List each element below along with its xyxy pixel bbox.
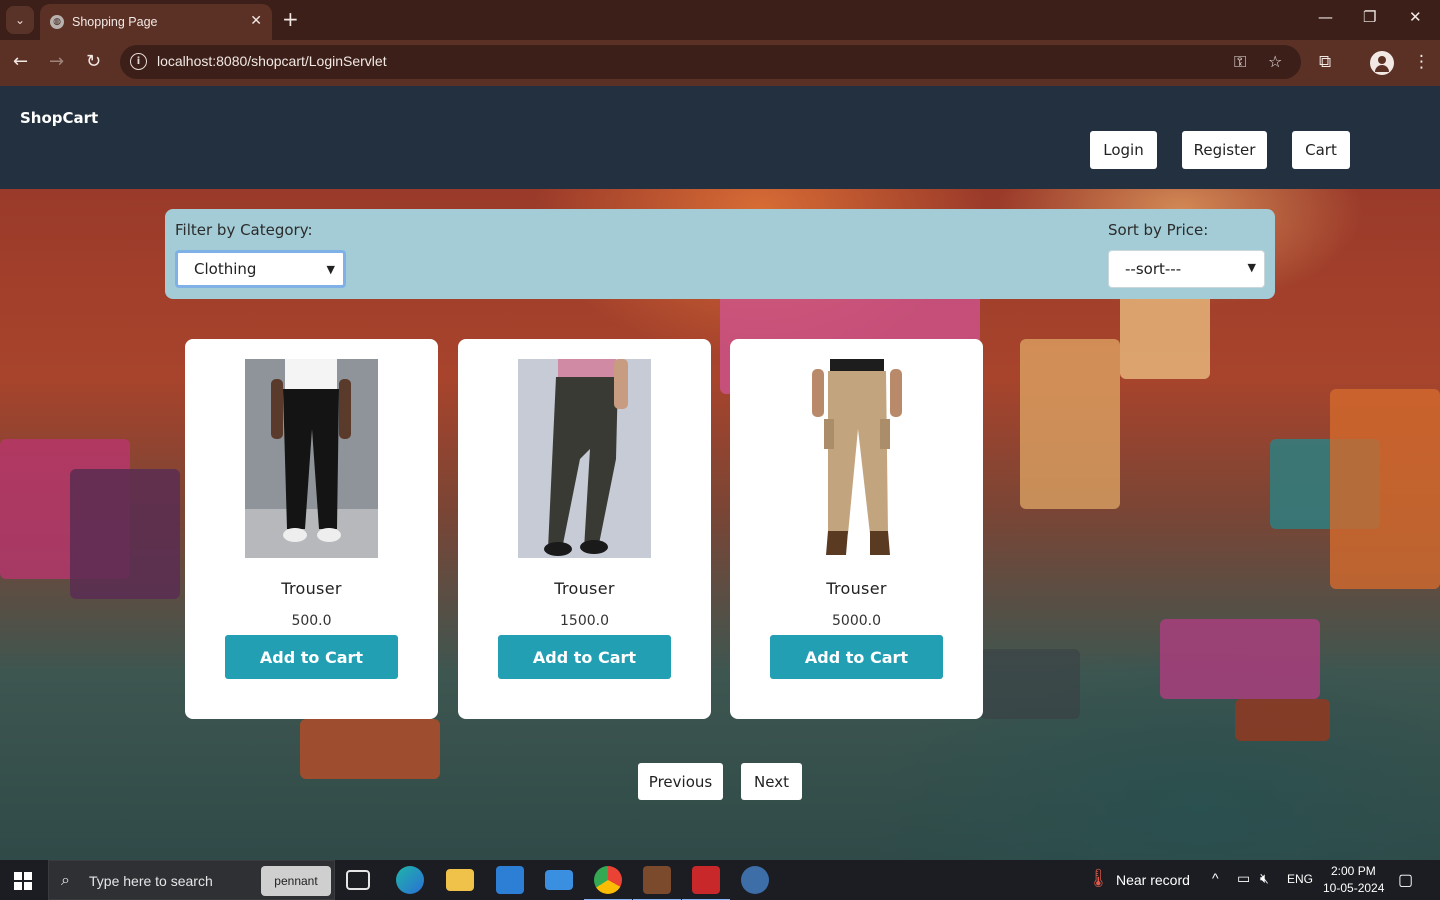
sort-price-label: Sort by Price: <box>1108 221 1209 239</box>
product-image[interactable] <box>245 359 378 558</box>
product-price: 500.0 <box>291 613 332 629</box>
browser-tab-strip: ⌄ ◍ Shopping Page ✕ + — ❐ ✕ <box>0 0 1440 40</box>
category-select-value: Clothing <box>194 260 257 278</box>
decorative-box <box>980 649 1080 719</box>
url-text[interactable]: localhost:8080/shopcart/LoginServlet <box>157 53 387 69</box>
task-view-icon[interactable] <box>346 870 370 890</box>
add-to-cart-button[interactable]: Add to Cart <box>225 635 398 679</box>
forward-arrow-icon[interactable]: → <box>49 52 64 72</box>
address-bar[interactable]: i localhost:8080/shopcart/LoginServlet ⚿… <box>120 45 1301 79</box>
search-placeholder: Type here to search <box>89 873 213 889</box>
network-icon[interactable]: ▭ <box>1237 870 1250 887</box>
microsoft-store-icon[interactable] <box>496 866 524 894</box>
taskbar-search-box[interactable]: ⌕ Type here to search pennant <box>48 860 335 900</box>
web-page: ShopCart Login Register Cart Filter by C… <box>0 86 1440 860</box>
product-image[interactable] <box>790 359 923 558</box>
decorative-box <box>1020 339 1120 509</box>
notifications-icon[interactable]: ▢ <box>1398 870 1413 890</box>
tab-title: Shopping Page <box>72 15 158 29</box>
globe-icon: ◍ <box>50 15 64 29</box>
next-page-button[interactable]: Next <box>741 763 802 800</box>
profile-avatar-icon[interactable] <box>1370 51 1394 75</box>
add-to-cart-button[interactable]: Add to Cart <box>770 635 943 679</box>
site-header: ShopCart Login Register Cart <box>0 86 1440 189</box>
product-name: Trouser <box>281 579 342 598</box>
sort-select-value: --sort--- <box>1125 260 1182 278</box>
trouser-image <box>245 359 378 558</box>
trouser-image <box>518 359 651 558</box>
login-button[interactable]: Login <box>1090 131 1157 169</box>
new-tab-button[interactable]: + <box>282 8 299 30</box>
decorative-box <box>1160 619 1320 699</box>
decorative-box <box>1330 389 1440 589</box>
restore-window-icon[interactable]: ❐ <box>1363 8 1376 26</box>
edge-browser-icon[interactable] <box>396 866 424 894</box>
close-window-icon[interactable]: ✕ <box>1409 8 1422 26</box>
product-name: Trouser <box>826 579 887 598</box>
product-name: Trouser <box>554 579 615 598</box>
site-logo[interactable]: ShopCart <box>20 109 98 127</box>
file-explorer-icon[interactable] <box>446 869 474 891</box>
product-price: 1500.0 <box>560 613 609 629</box>
clock-time[interactable]: 2:00 PM <box>1331 864 1376 878</box>
password-key-icon[interactable]: ⚿ <box>1234 52 1246 72</box>
product-card: Trouser 500.0 Add to Cart <box>185 339 438 719</box>
postgresql-icon[interactable] <box>741 866 769 894</box>
category-select[interactable]: Clothing ▼ <box>175 250 346 288</box>
category-filter-label: Filter by Category: <box>175 221 313 239</box>
volume-muted-icon[interactable]: 🔇︎ <box>1260 870 1269 887</box>
browser-tab[interactable]: ◍ Shopping Page ✕ <box>40 4 272 40</box>
trouser-image <box>790 359 923 558</box>
windows-start-icon[interactable] <box>14 872 32 890</box>
product-card: Trouser 1500.0 Add to Cart <box>458 339 711 719</box>
pennant-logo[interactable]: pennant <box>261 866 331 896</box>
thermometer-icon: 🌡 <box>1087 868 1110 888</box>
language-indicator[interactable]: ENG <box>1287 872 1313 886</box>
decorative-box <box>300 719 440 779</box>
browser-toolbar: ← → ↻ i localhost:8080/shopcart/LoginSer… <box>0 40 1440 86</box>
cart-button[interactable]: Cart <box>1292 131 1350 169</box>
reload-icon[interactable]: ↻ <box>86 52 101 72</box>
game-app-icon[interactable] <box>633 866 681 900</box>
tab-search-dropdown-icon[interactable]: ⌄ <box>6 6 34 34</box>
windows-taskbar: ⌕ Type here to search pennant 🌡 Near rec… <box>0 860 1440 900</box>
sort-price-select[interactable]: --sort--- ▼ <box>1108 250 1265 288</box>
site-info-icon[interactable]: i <box>130 53 147 70</box>
product-card: Trouser 5000.0 Add to Cart <box>730 339 983 719</box>
register-button[interactable]: Register <box>1182 131 1267 169</box>
chevron-up-icon[interactable]: ^ <box>1212 870 1219 886</box>
bookmark-star-icon[interactable]: ☆ <box>1268 52 1282 71</box>
mail-icon[interactable] <box>545 870 573 890</box>
vivaldi-app-icon[interactable] <box>682 866 730 900</box>
search-icon: ⌕ <box>61 870 70 889</box>
clock-date[interactable]: 10-05-2024 <box>1323 881 1384 895</box>
browser-menu-icon[interactable]: ⋮ <box>1413 52 1430 72</box>
chevron-down-icon: ▼ <box>1247 261 1256 274</box>
weather-text[interactable]: Near record <box>1116 872 1190 888</box>
extensions-icon[interactable]: ⧉ <box>1319 52 1331 72</box>
chrome-icon[interactable] <box>584 866 632 900</box>
filter-panel: Filter by Category: Clothing ▼ Sort by P… <box>165 209 1275 299</box>
decorative-box <box>1235 699 1330 741</box>
back-arrow-icon[interactable]: ← <box>13 52 28 72</box>
close-tab-icon[interactable]: ✕ <box>250 13 262 29</box>
product-price: 5000.0 <box>832 613 881 629</box>
product-image[interactable] <box>518 359 651 558</box>
minimize-window-icon[interactable]: — <box>1318 8 1333 26</box>
decorative-box <box>70 469 180 599</box>
add-to-cart-button[interactable]: Add to Cart <box>498 635 671 679</box>
chevron-down-icon: ▼ <box>326 263 335 276</box>
previous-page-button[interactable]: Previous <box>638 763 723 800</box>
